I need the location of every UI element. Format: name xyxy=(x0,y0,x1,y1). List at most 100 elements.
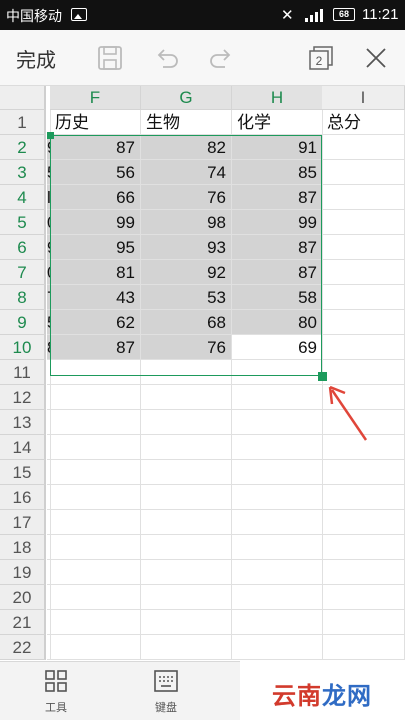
row-header[interactable]: 21 xyxy=(0,610,46,635)
empty-cell[interactable] xyxy=(50,510,141,535)
empty-cell[interactable] xyxy=(141,535,232,560)
close-icon[interactable] xyxy=(360,42,392,74)
data-cell[interactable]: 81 xyxy=(50,260,141,285)
empty-cell[interactable] xyxy=(141,410,232,435)
empty-cell[interactable] xyxy=(141,585,232,610)
row-header[interactable]: 13 xyxy=(0,410,46,435)
redo-icon[interactable] xyxy=(205,42,237,74)
empty-cell[interactable] xyxy=(50,460,141,485)
data-cell[interactable]: 93 xyxy=(141,235,232,260)
data-cell[interactable]: 76 xyxy=(141,335,232,360)
empty-cell[interactable] xyxy=(322,210,405,235)
empty-cell[interactable] xyxy=(232,585,323,610)
empty-cell[interactable] xyxy=(322,310,405,335)
row-header[interactable]: 19 xyxy=(0,560,46,585)
header-cell[interactable]: 总分 xyxy=(322,110,405,135)
empty-cell[interactable] xyxy=(322,135,405,160)
empty-cell[interactable] xyxy=(232,485,323,510)
row-header[interactable]: 20 xyxy=(0,585,46,610)
data-cell[interactable]: 80 xyxy=(232,310,323,335)
undo-icon[interactable] xyxy=(151,42,183,74)
empty-cell[interactable] xyxy=(322,260,405,285)
empty-cell[interactable] xyxy=(50,635,141,660)
row-header[interactable]: 5 xyxy=(0,210,46,235)
row-header[interactable]: 11 xyxy=(0,360,46,385)
row-header[interactable]: 10 xyxy=(0,335,46,360)
empty-cell[interactable] xyxy=(322,460,405,485)
empty-cell[interactable] xyxy=(50,585,141,610)
save-icon[interactable] xyxy=(94,42,126,74)
column-header[interactable]: I xyxy=(322,86,405,110)
empty-cell[interactable] xyxy=(141,460,232,485)
empty-cell[interactable] xyxy=(141,635,232,660)
row-header[interactable]: 2 xyxy=(0,135,46,160)
row-header[interactable]: 15 xyxy=(0,460,46,485)
data-cell[interactable]: 91 xyxy=(232,135,323,160)
header-cell[interactable]: 生物 xyxy=(141,110,232,135)
data-cell[interactable]: 56 xyxy=(50,160,141,185)
empty-cell[interactable] xyxy=(232,385,323,410)
window-count-icon[interactable]: 2 xyxy=(305,42,337,74)
data-cell[interactable]: 58 xyxy=(232,285,323,310)
data-cell[interactable]: 74 xyxy=(141,160,232,185)
empty-cell[interactable] xyxy=(50,385,141,410)
empty-cell[interactable] xyxy=(322,535,405,560)
empty-cell[interactable] xyxy=(322,585,405,610)
column-header[interactable]: F xyxy=(50,86,141,110)
empty-cell[interactable] xyxy=(322,335,405,360)
empty-cell[interactable] xyxy=(322,185,405,210)
data-cell[interactable]: 99 xyxy=(232,210,323,235)
data-cell[interactable]: 69 xyxy=(232,335,323,360)
header-cell[interactable]: 历史 xyxy=(50,110,141,135)
row-header[interactable]: 6 xyxy=(0,235,46,260)
empty-cell[interactable] xyxy=(322,160,405,185)
keyboard-button[interactable]: 键盘 xyxy=(136,668,196,715)
row-header[interactable]: 3 xyxy=(0,160,46,185)
data-cell[interactable]: 87 xyxy=(232,260,323,285)
empty-cell[interactable] xyxy=(50,535,141,560)
empty-cell[interactable] xyxy=(50,560,141,585)
empty-cell[interactable] xyxy=(141,385,232,410)
empty-cell[interactable] xyxy=(50,485,141,510)
row-header[interactable]: 22 xyxy=(0,635,46,660)
data-cell[interactable]: 68 xyxy=(141,310,232,335)
empty-cell[interactable] xyxy=(141,610,232,635)
data-cell[interactable]: 99 xyxy=(50,210,141,235)
data-cell[interactable]: 85 xyxy=(232,160,323,185)
header-cell[interactable]: 化学 xyxy=(232,110,323,135)
data-cell[interactable]: 95 xyxy=(50,235,141,260)
empty-cell[interactable] xyxy=(141,360,232,385)
empty-cell[interactable] xyxy=(232,535,323,560)
row-header[interactable]: 16 xyxy=(0,485,46,510)
row-header[interactable]: 12 xyxy=(0,385,46,410)
row-header[interactable]: 14 xyxy=(0,435,46,460)
row-header[interactable]: 17 xyxy=(0,510,46,535)
data-cell[interactable]: 82 xyxy=(141,135,232,160)
empty-cell[interactable] xyxy=(232,410,323,435)
grid-corner[interactable] xyxy=(0,86,46,110)
empty-cell[interactable] xyxy=(232,460,323,485)
column-header[interactable]: H xyxy=(232,86,323,110)
data-cell[interactable]: 87 xyxy=(232,185,323,210)
empty-cell[interactable] xyxy=(141,485,232,510)
empty-cell[interactable] xyxy=(322,560,405,585)
row-header[interactable]: 9 xyxy=(0,310,46,335)
data-cell[interactable]: 62 xyxy=(50,310,141,335)
empty-cell[interactable] xyxy=(50,360,141,385)
data-cell[interactable]: 76 xyxy=(141,185,232,210)
data-cell[interactable]: 92 xyxy=(141,260,232,285)
data-cell[interactable]: 87 xyxy=(232,235,323,260)
empty-cell[interactable] xyxy=(50,410,141,435)
empty-cell[interactable] xyxy=(141,510,232,535)
empty-cell[interactable] xyxy=(322,635,405,660)
empty-cell[interactable] xyxy=(322,485,405,510)
row-header[interactable]: 7 xyxy=(0,260,46,285)
empty-cell[interactable] xyxy=(50,610,141,635)
done-button[interactable]: 完成 xyxy=(16,44,56,73)
empty-cell[interactable] xyxy=(232,610,323,635)
empty-cell[interactable] xyxy=(141,435,232,460)
empty-cell[interactable] xyxy=(322,285,405,310)
data-cell[interactable]: 66 xyxy=(50,185,141,210)
row-header[interactable]: 18 xyxy=(0,535,46,560)
row-header[interactable]: 4 xyxy=(0,185,46,210)
